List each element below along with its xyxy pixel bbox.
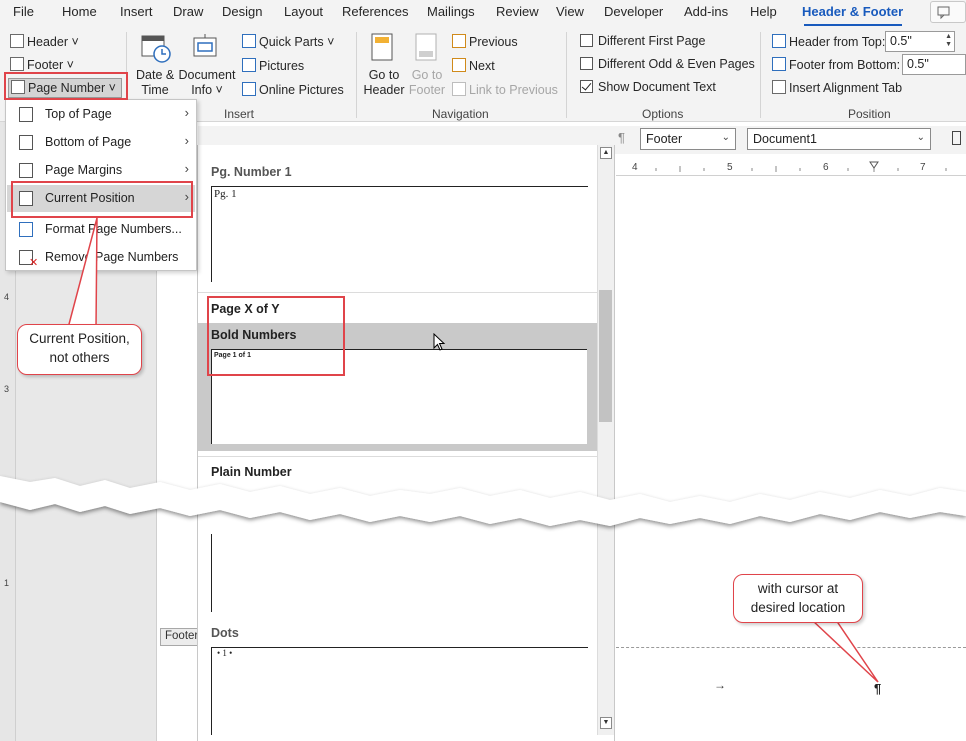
callout-pointers-graphic: [67, 217, 879, 683]
callout-cursor-location: with cursor at desired location: [733, 574, 863, 623]
callout-current-position: Current Position, not others: [17, 324, 142, 375]
